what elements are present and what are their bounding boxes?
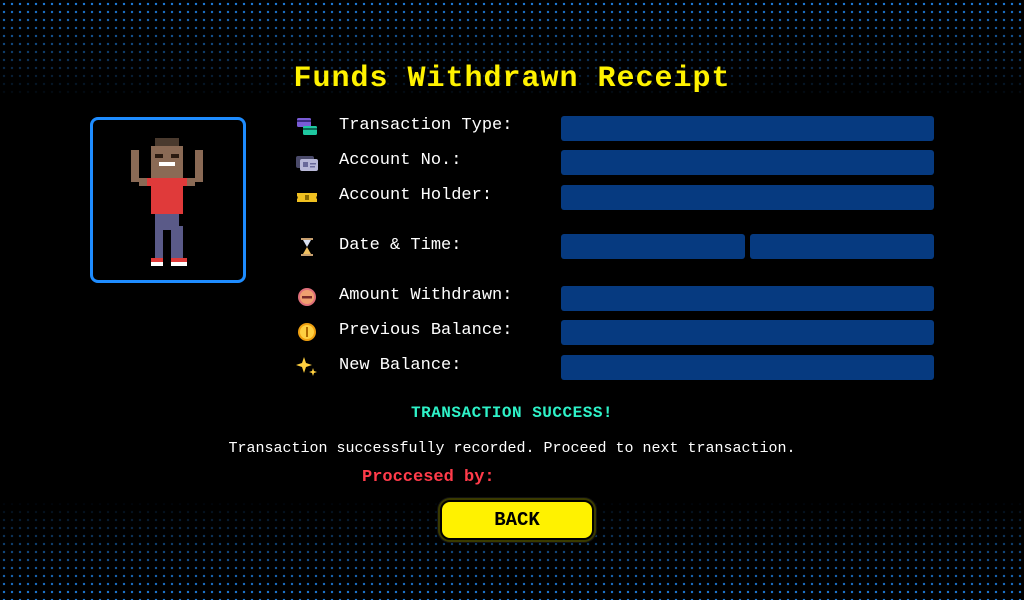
pixel-person-cheering-icon bbox=[131, 138, 203, 266]
transaction-type-field bbox=[561, 116, 934, 141]
account-no-label: Account No.: bbox=[339, 151, 462, 170]
transaction-status: TRANSACTION SUCCESS! bbox=[410, 404, 614, 422]
minus-coin-icon bbox=[298, 288, 316, 306]
time-field bbox=[750, 234, 934, 259]
avatar-frame bbox=[90, 117, 246, 283]
credit-cards-icon bbox=[297, 118, 317, 135]
transaction-type-label: Transaction Type: bbox=[339, 116, 513, 135]
back-button[interactable]: BACK bbox=[438, 498, 596, 542]
new-balance-field bbox=[561, 355, 934, 380]
status-message: Transaction successfully recorded. Proce… bbox=[228, 440, 796, 457]
sparkles-icon bbox=[296, 357, 317, 376]
hourglass-icon bbox=[301, 238, 313, 256]
account-holder-field bbox=[561, 185, 934, 210]
processed-by-label: Proccesed by: bbox=[362, 468, 495, 487]
coin-icon bbox=[298, 323, 316, 341]
account-holder-label: Account Holder: bbox=[339, 186, 493, 205]
account-no-field bbox=[561, 150, 934, 175]
ticket-icon bbox=[297, 193, 317, 202]
previous-balance-field bbox=[561, 320, 934, 345]
date-time-label: Date & Time: bbox=[339, 236, 462, 255]
receipt-screen: Funds Withdrawn Receipt Transaction Type… bbox=[0, 0, 1024, 600]
previous-balance-label: Previous Balance: bbox=[339, 321, 513, 340]
amount-withdrawn-label: Amount Withdrawn: bbox=[339, 286, 513, 305]
id-card-icon bbox=[296, 156, 318, 171]
page-title: Funds Withdrawn Receipt bbox=[293, 62, 731, 96]
new-balance-label: New Balance: bbox=[339, 356, 462, 375]
date-field bbox=[561, 234, 745, 259]
amount-withdrawn-field bbox=[561, 286, 934, 311]
